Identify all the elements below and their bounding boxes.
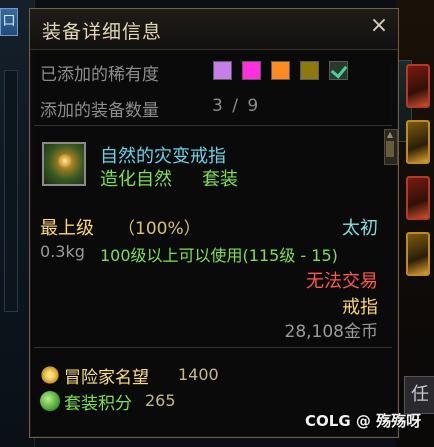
watermark: COLG @ 殇殇呀: [305, 412, 422, 430]
gem-icon: [58, 154, 72, 168]
equipment-slot[interactable]: [406, 64, 430, 108]
set-points-label: 套装积分: [64, 394, 132, 414]
rarity-box-primal[interactable]: [300, 61, 319, 80]
level-requirement: 100级以上可以使用(115级 - 15): [100, 246, 338, 265]
scroll-up-icon[interactable]: ▲: [384, 130, 396, 140]
divider: [34, 347, 392, 348]
set-points-value: 265: [145, 391, 176, 410]
rarity-filter: [213, 61, 348, 80]
window-title: 装备详细信息: [42, 21, 163, 43]
equipment-slot[interactable]: [406, 232, 430, 276]
trade-status: 无法交易: [306, 271, 378, 292]
equipment-slot[interactable]: [406, 176, 430, 220]
left-panel-bar: [4, 70, 18, 312]
close-button[interactable]: ×: [368, 15, 390, 37]
reputation-label: 冒险家名望: [64, 368, 149, 388]
title-bar: 装备详细信息 ×: [30, 9, 398, 50]
rarity-box-legendary[interactable]: [213, 61, 232, 80]
set-points-icon: [40, 391, 60, 411]
item-tooltip-window: 装备详细信息 × 已添加的稀有度 添加的装备数量 3 / 9 ▲ 自然的灾变戒指…: [29, 8, 399, 438]
item-price: 28,108金币: [284, 322, 378, 342]
grade-percent: （100%）: [118, 219, 201, 239]
slot-type: 戒指: [342, 297, 378, 318]
set-tag: 套装: [202, 169, 238, 190]
rarity-label: 已添加的稀有度: [40, 65, 159, 85]
divider: [34, 125, 392, 126]
left-panel-tab[interactable]: 口: [0, 8, 18, 36]
item-weight: 0.3kg: [40, 242, 85, 261]
grade-label: 最上级: [40, 218, 94, 239]
count-value: 3 / 9: [212, 96, 261, 116]
count-label: 添加的装备数量: [40, 101, 159, 121]
item-tier: 太初: [342, 218, 378, 239]
rarity-box-unique[interactable]: [271, 61, 290, 80]
equipment-slot[interactable]: [406, 120, 430, 164]
reputation-icon: [40, 365, 60, 385]
quest-tab[interactable]: 任: [404, 376, 434, 414]
check-icon[interactable]: [329, 61, 348, 80]
rarity-box-epic[interactable]: [242, 61, 261, 80]
reputation-value: 1400: [178, 365, 219, 384]
scrollbar-thumb[interactable]: [386, 141, 394, 157]
ring-icon: [42, 142, 86, 186]
set-name: 造化自然: [100, 169, 172, 190]
